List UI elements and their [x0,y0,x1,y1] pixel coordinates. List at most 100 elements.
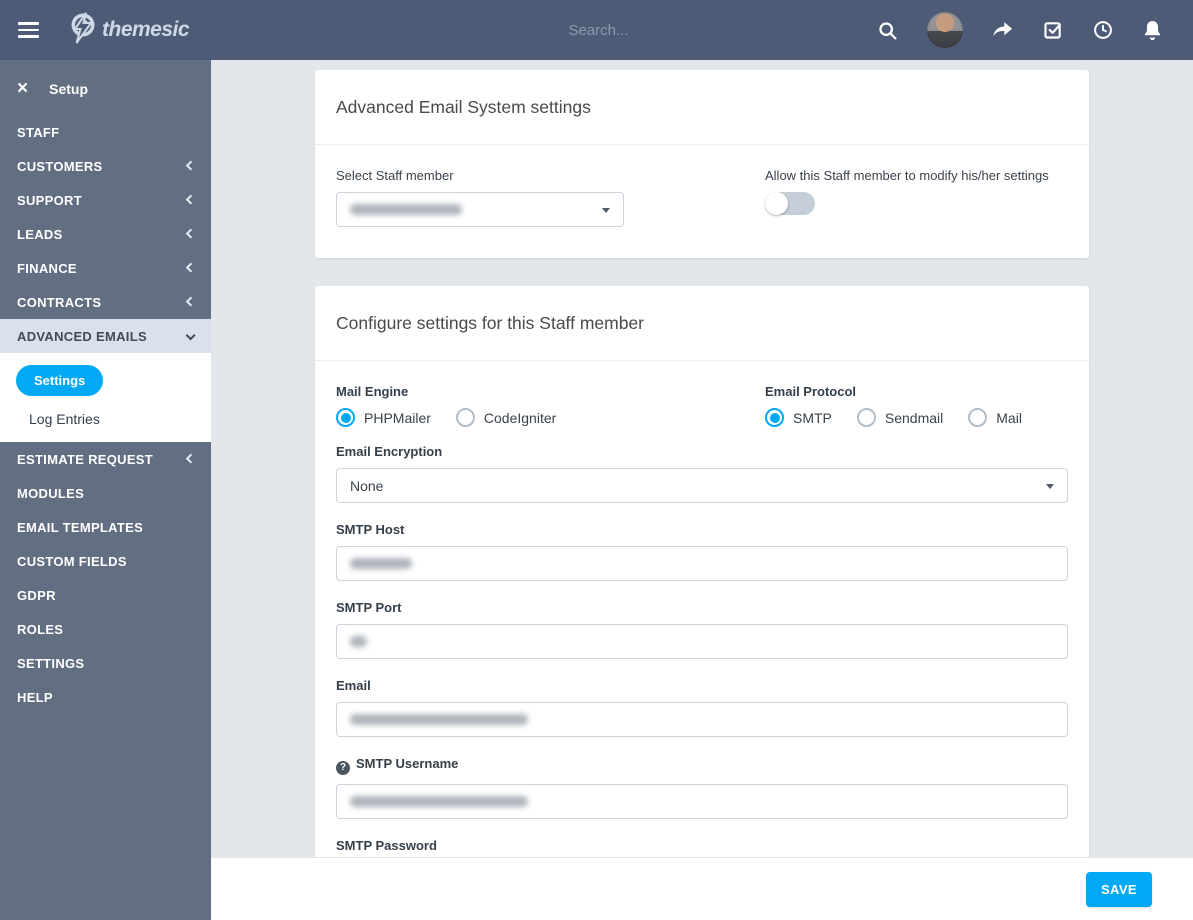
chevron-left-icon [185,229,195,239]
advanced-email-settings-card: Advanced Email System settings Select St… [315,70,1089,258]
email-encryption-label: Email Encryption [336,444,1068,459]
redacted-value [350,636,367,647]
smtp-host-label: SMTP Host [336,522,1068,537]
caret-down-icon [602,208,610,213]
sidebar-item-customers[interactable]: CUSTOMERS [0,149,211,183]
caret-down-icon [1046,484,1054,489]
redacted-select-value [350,204,462,215]
setup-sidebar: × Setup STAFF CUSTOMERS SUPPORT LEADS FI… [0,60,211,920]
sidebar-item-custom-fields[interactable]: CUSTOM FIELDS [0,544,211,578]
bell-notifications-icon[interactable] [1142,20,1163,41]
forward-arrow-icon[interactable] [992,20,1013,41]
sidebar-item-label: CUSTOM FIELDS [17,554,127,569]
sidebar-item-email-templates[interactable]: EMAIL TEMPLATES [0,510,211,544]
sidebar-item-leads[interactable]: LEADS [0,217,211,251]
sidebar-item-label: ADVANCED EMAILS [17,329,147,344]
top-navbar: themesic [0,0,1193,60]
submenu-item-log-entries[interactable]: Log Entries [0,398,211,436]
chevron-left-icon [185,161,195,171]
tasks-checkbox-icon[interactable] [1042,20,1063,41]
help-question-icon[interactable]: ? [336,761,350,775]
smtp-username-input[interactable] [336,784,1068,819]
radio-option-label: SMTP [793,410,832,426]
radio-option-sendmail[interactable]: Sendmail [857,408,943,427]
brand-name: themesic [102,18,189,42]
redacted-value [350,714,528,725]
smtp-username-label: ? SMTP Username [336,756,1068,775]
chevron-left-icon [185,297,195,307]
staff-member-select[interactable] [336,192,624,227]
sidebar-item-label: SETTINGS [17,656,84,671]
close-icon[interactable]: × [17,82,28,96]
sidebar-item-label: SUPPORT [17,193,82,208]
search-input[interactable] [437,21,761,40]
menu-toggle-icon[interactable] [18,22,40,38]
user-avatar[interactable] [927,12,963,48]
sidebar-item-label: MODULES [17,486,84,501]
sidebar-item-label: CUSTOMERS [17,159,103,174]
sidebar-item-gdpr[interactable]: GDPR [0,578,211,612]
radio-option-smtp[interactable]: SMTP [765,408,832,427]
sidebar-item-label: EMAIL TEMPLATES [17,520,143,535]
advanced-emails-submenu: Settings Log Entries [0,353,211,442]
chevron-left-icon [185,195,195,205]
smtp-port-label: SMTP Port [336,600,1068,615]
smtp-port-input[interactable] [336,624,1068,659]
sidebar-item-label: LEADS [17,227,63,242]
email-label: Email [336,678,1068,693]
setup-header: × Setup [0,60,211,115]
sidebar-item-finance[interactable]: FINANCE [0,251,211,285]
radio-unchecked-icon [857,408,876,427]
sidebar-item-advanced-emails[interactable]: ADVANCED EMAILS [0,319,211,353]
sidebar-item-roles[interactable]: ROLES [0,612,211,646]
sidebar-item-help[interactable]: HELP [0,680,211,714]
chevron-down-icon [185,331,195,341]
radio-unchecked-icon [968,408,987,427]
email-encryption-select[interactable]: None [336,468,1068,503]
radio-option-mail[interactable]: Mail [968,408,1022,427]
configure-staff-settings-card: Configure settings for this Staff member… [315,286,1089,920]
email-protocol-label: Email Protocol [765,384,1068,399]
save-button[interactable]: SAVE [1086,872,1152,907]
redacted-value [350,558,412,569]
search-icon[interactable] [877,20,898,41]
sidebar-item-support[interactable]: SUPPORT [0,183,211,217]
setup-title: Setup [49,81,88,97]
section-title: Configure settings for this Staff member [336,313,1068,334]
page-title: Advanced Email System settings [336,97,1068,118]
allow-modify-toggle[interactable] [765,192,815,215]
sidebar-item-label: FINANCE [17,261,77,276]
toggle-knob [765,192,788,215]
sidebar-item-modules[interactable]: MODULES [0,476,211,510]
sidebar-item-label: GDPR [17,588,56,603]
radio-option-label: PHPMailer [364,410,431,426]
radio-option-phpmailer[interactable]: PHPMailer [336,408,431,427]
sidebar-item-label: STAFF [17,125,59,140]
sidebar-item-label: ESTIMATE REQUEST [17,452,153,467]
card-header: Advanced Email System settings [315,70,1089,145]
allow-modify-label: Allow this Staff member to modify his/he… [765,168,1068,183]
sidebar-item-label: HELP [17,690,53,705]
brand-logo[interactable]: themesic [66,10,189,51]
radio-checked-icon [336,408,355,427]
sidebar-item-staff[interactable]: STAFF [0,115,211,149]
card-header: Configure settings for this Staff member [315,286,1089,361]
email-input[interactable] [336,702,1068,737]
chevron-left-icon [185,454,195,464]
sidebar-item-estimate-request[interactable]: ESTIMATE REQUEST [0,442,211,476]
sidebar-item-contracts[interactable]: CONTRACTS [0,285,211,319]
radio-option-codeigniter[interactable]: CodeIgniter [456,408,556,427]
main-content: Advanced Email System settings Select St… [211,60,1193,920]
smtp-host-input[interactable] [336,546,1068,581]
radio-option-label: Sendmail [885,410,943,426]
sidebar-item-label: ROLES [17,622,63,637]
submenu-item-settings[interactable]: Settings [16,365,103,396]
radio-option-label: CodeIgniter [484,410,556,426]
sidebar-item-settings[interactable]: SETTINGS [0,646,211,680]
global-search [437,21,757,40]
sidebar-item-label: CONTRACTS [17,295,101,310]
clock-icon[interactable] [1092,20,1113,41]
radio-unchecked-icon [456,408,475,427]
label-text: SMTP Username [356,756,458,771]
select-staff-label: Select Staff member [336,168,765,183]
